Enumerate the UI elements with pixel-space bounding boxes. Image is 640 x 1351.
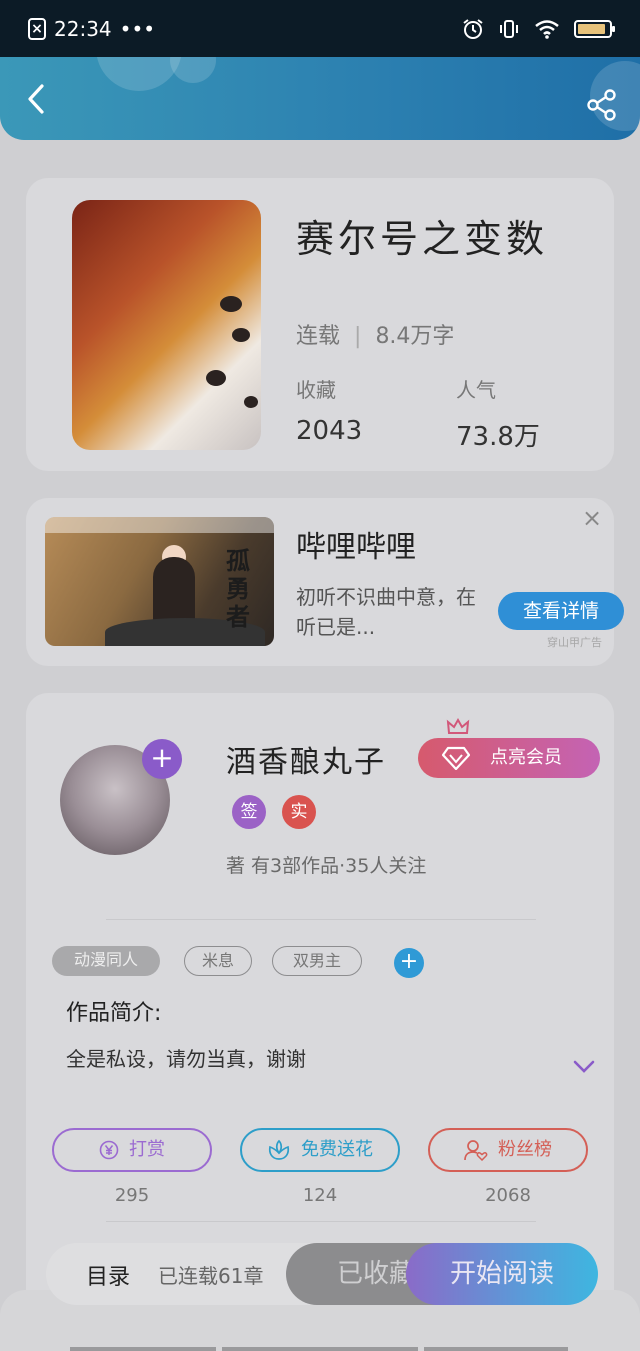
toc-button[interactable]: 目录 bbox=[86, 1259, 130, 1291]
intro-text: 全是私设，请勿当真，谢谢 bbox=[66, 1047, 306, 1071]
fan-count: 2068 bbox=[485, 1185, 531, 1206]
ad-thumb-figure bbox=[153, 557, 195, 627]
fan-ranking-button[interactable]: 粉丝榜 bbox=[428, 1128, 588, 1172]
sheet-tab-line bbox=[70, 1347, 216, 1351]
favorites-value: 2043 bbox=[296, 416, 363, 446]
book-status-line: 连载 | 8.4万字 bbox=[296, 324, 455, 349]
ad-card[interactable]: 孤勇者 哔哩哔哩 初听不识曲中意，在听已是... 查看详情 × 穿山甲广告 bbox=[26, 498, 624, 666]
sheet-tab-line bbox=[424, 1347, 568, 1351]
status-left: × 22:34 ••• bbox=[28, 17, 155, 41]
status-bar: × 22:34 ••• bbox=[0, 0, 640, 57]
yen-icon bbox=[99, 1140, 119, 1160]
status-time: 22:34 bbox=[54, 16, 112, 41]
verified-badge: 实 bbox=[282, 795, 316, 829]
wifi-icon bbox=[535, 19, 559, 39]
ad-thumbnail[interactable]: 孤勇者 bbox=[45, 517, 274, 646]
crown-icon bbox=[446, 717, 470, 734]
diamond-icon bbox=[442, 746, 470, 770]
back-icon[interactable] bbox=[22, 83, 52, 115]
book-word-count: 8.4万字 bbox=[375, 324, 455, 349]
book-title: 赛尔号之变数 bbox=[296, 217, 549, 261]
status-icons bbox=[462, 18, 615, 40]
popularity-value: 73.8万 bbox=[456, 422, 540, 452]
add-tag-button[interactable]: + bbox=[394, 948, 424, 978]
ad-description: 初听不识曲中意，在听已是... bbox=[296, 585, 476, 639]
popularity-label: 人气 bbox=[456, 378, 496, 402]
author-name[interactable]: 酒香酿丸子 bbox=[226, 737, 386, 781]
favorites-label: 收藏 bbox=[296, 378, 336, 402]
user-heart-icon bbox=[464, 1140, 488, 1162]
intro-heading: 作品简介: bbox=[66, 1001, 162, 1026]
send-flower-button[interactable]: 免费送花 bbox=[240, 1128, 400, 1172]
cover-decor bbox=[232, 328, 250, 342]
ad-name: 哔哩哔哩 bbox=[296, 530, 416, 565]
book-status: 连载 bbox=[296, 324, 341, 349]
book-info-card: 赛尔号之变数 连载 | 8.4万字 收藏 2043 人气 73.8万 bbox=[26, 178, 614, 471]
header-bar bbox=[0, 57, 640, 140]
close-icon[interactable]: × bbox=[582, 504, 606, 532]
vip-label: 点亮会员 bbox=[490, 747, 562, 768]
ad-thumb-banner bbox=[45, 517, 274, 533]
divider bbox=[106, 919, 536, 920]
tip-count: 295 bbox=[114, 1185, 150, 1206]
decor-bubble bbox=[96, 57, 182, 91]
share-icon[interactable] bbox=[586, 89, 618, 121]
tag-chip[interactable]: 米息 bbox=[184, 946, 252, 976]
cover-decor bbox=[244, 396, 258, 408]
tag-chip[interactable]: 动漫同人 bbox=[52, 946, 160, 976]
follow-plus-icon[interactable]: + bbox=[142, 739, 182, 779]
flower-count: 124 bbox=[302, 1185, 338, 1206]
alarm-icon bbox=[463, 18, 483, 39]
author-meta: 著 有3部作品·35人关注 bbox=[226, 855, 427, 877]
decor-bubble bbox=[170, 57, 216, 83]
tag-chip[interactable]: 双男主 bbox=[272, 946, 362, 976]
book-cover[interactable] bbox=[72, 200, 261, 450]
bottom-action-bar: 目录 已连载61章 已收藏 开始阅读 bbox=[46, 1243, 598, 1305]
cover-decor bbox=[220, 296, 242, 312]
signed-badge: 签 bbox=[232, 795, 266, 829]
toc-status[interactable]: 已连载61章 bbox=[158, 1260, 263, 1289]
ad-source-tag: 穿山甲广告 bbox=[547, 636, 602, 649]
chevron-down-icon[interactable] bbox=[572, 1059, 596, 1075]
send-flower-label: 免费送花 bbox=[301, 1139, 373, 1160]
ad-detail-button[interactable]: 查看详情 bbox=[498, 592, 624, 630]
notification-x-icon: × bbox=[28, 17, 46, 40]
fan-ranking-label: 粉丝榜 bbox=[498, 1139, 552, 1160]
vibrate-icon bbox=[500, 19, 518, 38]
tip-label: 打赏 bbox=[129, 1139, 165, 1160]
start-reading-button[interactable]: 开始阅读 bbox=[406, 1243, 598, 1305]
vip-button[interactable]: 点亮会员 bbox=[418, 738, 600, 778]
status-dots: ••• bbox=[119, 16, 156, 41]
battery-icon bbox=[574, 19, 615, 38]
ad-thumb-text: 孤勇者 bbox=[226, 546, 250, 631]
flower-icon bbox=[268, 1139, 290, 1160]
tip-button[interactable]: 打赏 bbox=[52, 1128, 212, 1172]
sheet-tab-line bbox=[222, 1347, 418, 1351]
cover-decor bbox=[206, 370, 226, 386]
divider bbox=[106, 1221, 536, 1222]
book-detail-card: + 酒香酿丸子 点亮会员 签 实 著 有3部作品·35人关注 动漫同人 米息 双… bbox=[26, 693, 614, 1333]
